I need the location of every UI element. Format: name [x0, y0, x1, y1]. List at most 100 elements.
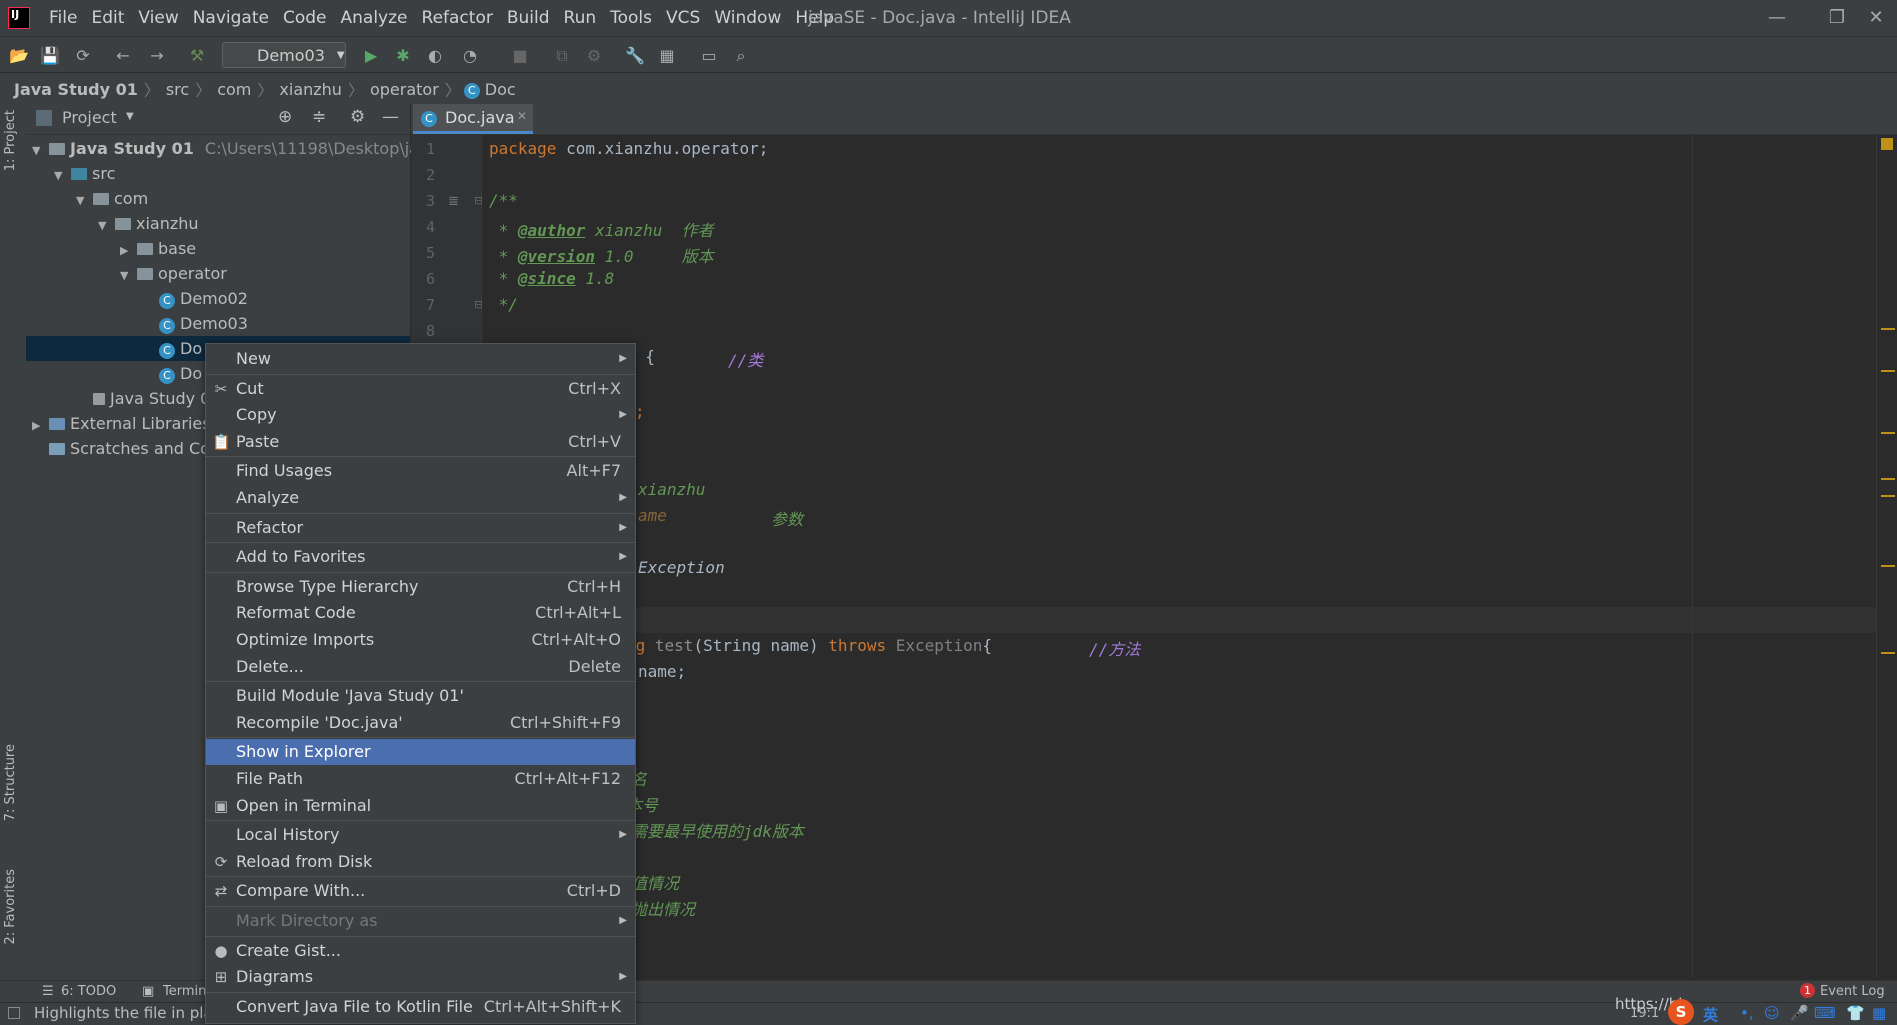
close-tab-icon[interactable]: ✕: [517, 109, 527, 123]
collapse-all-icon[interactable]: ≑: [312, 107, 326, 127]
context-menu-item-analyze[interactable]: Analyze ▶: [206, 485, 635, 511]
open-folder-icon[interactable]: 📂: [9, 46, 29, 66]
context-menu-item-create-gist[interactable]: ● Create Gist...: [206, 938, 635, 964]
menu-tools[interactable]: Tools: [603, 0, 659, 36]
save-icon[interactable]: 💾: [40, 46, 60, 66]
breadcrumb-xianzhu[interactable]: xianzhu: [273, 80, 348, 99]
search-icon[interactable]: ⌕: [731, 46, 751, 66]
context-menu-item-copy[interactable]: Copy ▶: [206, 402, 635, 428]
menu-code[interactable]: Code: [276, 0, 334, 36]
build-hammer-icon[interactable]: ⚒: [187, 46, 207, 66]
forward-icon[interactable]: →: [147, 46, 167, 66]
context-menu-item-refactor[interactable]: Refactor ▶: [206, 515, 635, 541]
menu-window[interactable]: Window: [707, 0, 788, 36]
context-menu-item-local-history[interactable]: Local History ▶: [206, 822, 635, 848]
coverage-icon[interactable]: ◐: [425, 46, 445, 66]
project-structure-icon[interactable]: ▦: [657, 46, 677, 66]
menu-edit[interactable]: Edit: [84, 0, 131, 36]
breadcrumb-operator[interactable]: operator: [364, 80, 445, 99]
menu-run[interactable]: Run: [557, 0, 604, 36]
context-menu-item-browse-type-hierarchy[interactable]: Browse Type Hierarchy Ctrl+H: [206, 574, 635, 600]
context-menu-item-compare-with[interactable]: ⇄ Compare With... Ctrl+D: [206, 878, 635, 904]
ime-keyboard-icon[interactable]: ⌨: [1814, 1004, 1836, 1022]
warning-mark[interactable]: [1881, 432, 1895, 434]
warning-mark[interactable]: [1881, 565, 1895, 567]
ime-emoji-icon[interactable]: ☺: [1764, 1004, 1780, 1022]
context-menu-item-mark-directory-as[interactable]: Mark Directory as ▶: [206, 908, 635, 934]
breadcrumb-src[interactable]: src: [160, 80, 195, 99]
profile-icon[interactable]: ◔: [460, 46, 480, 66]
context-menu-item-optimize-imports[interactable]: Optimize Imports Ctrl+Alt+O: [206, 627, 635, 653]
breadcrumb-com[interactable]: com: [211, 80, 257, 99]
tree-item[interactable]: C Demo02: [26, 286, 410, 311]
context-menu-item-paste[interactable]: 📋 Paste Ctrl+V: [206, 429, 635, 455]
expand-arrow-icon[interactable]: ▶: [120, 238, 134, 263]
event-log-tab[interactable]: Event Log: [1820, 984, 1885, 999]
breadcrumb-project[interactable]: Java Study 01: [8, 80, 144, 99]
locate-crosshair-icon[interactable]: ⊕: [278, 107, 292, 127]
update-icon[interactable]: ⚙: [584, 46, 604, 66]
minimize-button[interactable]: —: [1747, 0, 1807, 36]
expand-arrow-icon[interactable]: ▼: [120, 263, 134, 288]
tree-item[interactable]: ▼ src: [26, 161, 410, 186]
expand-arrow-icon[interactable]: ▼: [32, 138, 46, 163]
ime-mic-icon[interactable]: 🎤: [1790, 1004, 1809, 1022]
debug-icon[interactable]: ✱: [393, 46, 413, 66]
context-menu-item-new[interactable]: New ▶: [206, 346, 635, 372]
hide-panel-icon[interactable]: —: [382, 107, 399, 127]
expand-arrow-icon[interactable]: ▼: [98, 213, 112, 238]
doc-render-icon[interactable]: ≣: [448, 194, 459, 209]
warning-indicator-icon[interactable]: [1881, 138, 1893, 150]
project-tool-tab[interactable]: 1: Project: [3, 110, 18, 171]
chevron-down-icon[interactable]: ▼: [126, 111, 134, 122]
warning-mark[interactable]: [1881, 495, 1895, 497]
run-icon[interactable]: ▶: [361, 46, 381, 66]
expand-arrow-icon[interactable]: ▶: [32, 413, 46, 438]
sync-icon[interactable]: ⟳: [73, 46, 93, 66]
expand-arrow-icon[interactable]: ▼: [76, 188, 90, 213]
terminal-window-icon[interactable]: ▭: [699, 46, 719, 66]
caret-position[interactable]: 19:1: [1630, 1006, 1659, 1021]
menu-build[interactable]: Build: [500, 0, 557, 36]
warning-mark[interactable]: [1881, 478, 1895, 480]
tree-root[interactable]: ▼ Java Study 01 C:\Users\11198\Desktop\ja…: [26, 136, 438, 163]
favorites-tool-tab[interactable]: 2: Favorites: [3, 869, 18, 945]
toggle-tool-windows-icon[interactable]: [8, 1007, 20, 1019]
menu-vcs[interactable]: VCS: [659, 0, 707, 36]
back-icon[interactable]: ←: [113, 46, 133, 66]
context-menu-item-open-in-terminal[interactable]: ▣ Open in Terminal: [206, 793, 635, 819]
breadcrumb-doc[interactable]: Doc: [485, 80, 522, 99]
settings-wrench-icon[interactable]: 🔧: [625, 46, 645, 66]
context-menu-item-delete[interactable]: Delete... Delete: [206, 654, 635, 680]
context-menu-item-build-module-java-study-01[interactable]: Build Module 'Java Study 01': [206, 683, 635, 709]
ime-skin-icon[interactable]: 👕: [1846, 1004, 1865, 1022]
context-menu-item-diagrams[interactable]: ⊞ Diagrams ▶: [206, 964, 635, 990]
run-configuration-select[interactable]: Demo03 ▼: [222, 42, 346, 68]
terminal-tab[interactable]: Termin: [163, 984, 206, 999]
tree-item[interactable]: ▼ xianzhu: [26, 211, 410, 236]
context-menu-item-file-path[interactable]: File Path Ctrl+Alt+F12: [206, 766, 635, 792]
context-menu-item-show-in-explorer[interactable]: Show in Explorer: [206, 739, 635, 766]
todo-tab[interactable]: 6: TODO: [61, 984, 116, 999]
tab-doc-java[interactable]: C Doc.java ✕: [413, 104, 533, 134]
menu-analyze[interactable]: Analyze: [334, 0, 415, 36]
context-menu-item-convert-java-file-to-kotlin-file[interactable]: Convert Java File to Kotlin File Ctrl+Alt…: [206, 994, 635, 1020]
ime-tools-icon[interactable]: ▦: [1872, 1004, 1886, 1022]
context-menu-item-reformat-code[interactable]: Reformat Code Ctrl+Alt+L: [206, 600, 635, 626]
tree-item[interactable]: ▼ operator: [26, 261, 410, 286]
code-editor[interactable]: package com.xianzhu.operator; /** * @aut…: [482, 135, 1876, 977]
ime-language[interactable]: 英: [1703, 1004, 1718, 1025]
warning-mark[interactable]: [1881, 652, 1895, 654]
project-view-title[interactable]: Project: [62, 108, 117, 127]
context-menu-item-cut[interactable]: ✂ Cut Ctrl+X: [206, 376, 635, 402]
menu-refactor[interactable]: Refactor: [415, 0, 500, 36]
gear-icon[interactable]: ⚙: [350, 107, 365, 127]
context-menu-item-add-to-favorites[interactable]: Add to Favorites ▶: [206, 544, 635, 570]
attach-icon[interactable]: ⧉: [552, 46, 572, 66]
menu-file[interactable]: File: [42, 0, 84, 36]
tree-item[interactable]: C Demo03: [26, 311, 410, 336]
menu-navigate[interactable]: Navigate: [186, 0, 276, 36]
context-menu-item-recompile-doc-java[interactable]: Recompile 'Doc.java' Ctrl+Shift+F9: [206, 710, 635, 736]
menu-view[interactable]: View: [131, 0, 185, 36]
context-menu-item-find-usages[interactable]: Find Usages Alt+F7: [206, 458, 635, 484]
